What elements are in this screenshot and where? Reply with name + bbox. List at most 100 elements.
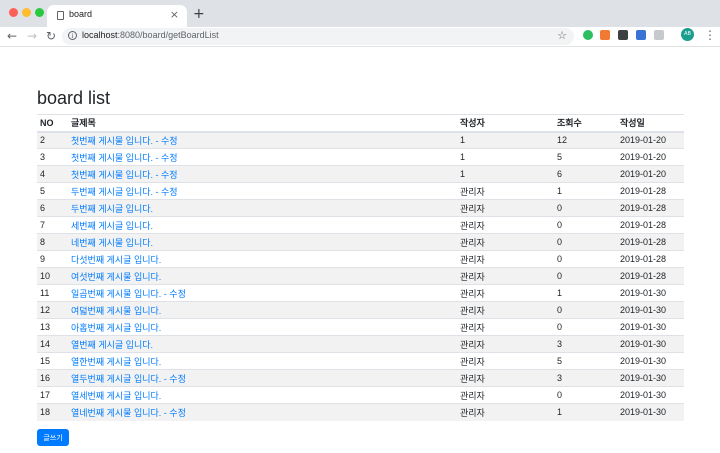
- row-title-link[interactable]: 첫번째 게시물 입니다. - 수정: [71, 136, 178, 146]
- row-writer: 관리자: [460, 186, 485, 197]
- table-cell: 아홉번째 게시글 입니다.: [68, 318, 457, 336]
- table-cell: 6: [554, 165, 617, 183]
- table-cell: 다섯번째 게시글 입니다.: [68, 250, 457, 268]
- row-views: 5: [557, 356, 563, 366]
- row-views: 0: [557, 237, 563, 247]
- row-title-link[interactable]: 두번째 게시글 입니다.: [71, 204, 153, 214]
- address-bar[interactable]: i localhost:8080/board/getBoardList ☆: [62, 28, 574, 45]
- row-date: 2019-01-30: [620, 390, 667, 400]
- maximize-window-icon[interactable]: [35, 8, 44, 17]
- extension-icon[interactable]: [618, 30, 628, 40]
- row-title-link[interactable]: 열두번째 게시글 입니다. - 수정: [71, 374, 186, 384]
- row-date: 2019-01-28: [620, 237, 667, 247]
- row-title-link[interactable]: 네번째 게시물 입니다.: [71, 238, 153, 248]
- row-views: 12: [557, 135, 568, 146]
- extension-icon[interactable]: [636, 30, 646, 40]
- board-table: NO 글제목 작성자 조회수 작성일 2 첫번째 게시물 입니다. - 수정 1 12…: [37, 114, 684, 421]
- table-cell: 0: [554, 216, 617, 234]
- minimize-window-icon[interactable]: [22, 8, 31, 17]
- row-title-link[interactable]: 여덟번째 게시물 입니다.: [71, 306, 161, 316]
- write-post-button[interactable]: 글쓰기: [37, 429, 69, 446]
- url-text[interactable]: localhost:8080/board/getBoardList: [82, 30, 219, 40]
- tab-close-icon[interactable]: ×: [170, 8, 179, 22]
- row-title-link[interactable]: 세번째 게시글 입니다.: [71, 221, 153, 231]
- row-writer: 관리자: [460, 322, 485, 333]
- table-cell: 2019-01-30: [617, 318, 684, 336]
- table-cell: 0: [554, 267, 617, 285]
- table-cell: 18: [37, 403, 68, 421]
- row-date: 2019-01-28: [620, 271, 667, 281]
- row-no: 14: [40, 339, 51, 349]
- table-cell: 열네번째 게시물 입니다. - 수정: [68, 403, 457, 421]
- row-writer: 관리자: [460, 203, 485, 214]
- header-writer: 작성자: [457, 114, 554, 133]
- table-row: 7 세번째 게시글 입니다. 관리자 0 2019-01-28: [37, 216, 684, 234]
- evernote-extension-icon[interactable]: [583, 30, 593, 40]
- row-date: 2019-01-28: [620, 203, 667, 213]
- new-tab-icon[interactable]: +: [193, 6, 205, 22]
- row-views: 1: [557, 186, 563, 196]
- row-date: 2019-01-30: [620, 339, 667, 349]
- browser-menu-icon[interactable]: ⋮: [704, 28, 716, 42]
- table-cell: 5: [37, 182, 68, 200]
- table-cell: 2019-01-30: [617, 403, 684, 421]
- table-cell: 11: [37, 284, 68, 302]
- row-date: 2019-01-28: [620, 254, 667, 264]
- table-cell: 관리자: [457, 403, 554, 421]
- forward-arrow-icon[interactable]: →: [27, 28, 37, 44]
- row-title-link[interactable]: 첫번째 게시물 입니다. - 수정: [71, 153, 178, 163]
- table-cell: 8: [37, 233, 68, 251]
- row-date: 2019-01-30: [620, 356, 667, 366]
- table-cell: 1: [457, 131, 554, 149]
- table-cell: 열두번째 게시글 입니다. - 수정: [68, 369, 457, 387]
- url-host: localhost: [82, 30, 118, 40]
- row-writer: 관리자: [460, 407, 485, 418]
- extension-icon[interactable]: [600, 30, 610, 40]
- table-cell: 관리자: [457, 267, 554, 285]
- browser-titlebar: board × +: [0, 0, 720, 27]
- close-window-icon[interactable]: [9, 8, 18, 17]
- profile-avatar[interactable]: AB: [681, 28, 694, 41]
- row-title-link[interactable]: 열세번째 게시글 입니다.: [71, 391, 161, 401]
- row-date: 2019-01-20: [620, 152, 667, 162]
- row-title-link[interactable]: 첫번째 게시물 입니다. - 수정: [71, 170, 178, 180]
- row-title-link[interactable]: 다섯번째 게시글 입니다.: [71, 255, 161, 265]
- table-cell: 7: [37, 216, 68, 234]
- row-no: 6: [40, 203, 46, 213]
- row-title-link[interactable]: 열한번째 게시글 입니다.: [71, 357, 161, 367]
- table-cell: 두번째 게시글 입니다.: [68, 199, 457, 217]
- back-arrow-icon[interactable]: ←: [7, 28, 17, 44]
- row-views: 1: [557, 288, 563, 298]
- site-info-icon[interactable]: i: [68, 31, 77, 40]
- table-cell: 관리자: [457, 250, 554, 268]
- row-writer: 관리자: [460, 271, 485, 282]
- row-title-link[interactable]: 일곱번째 게시물 입니다. - 수정: [71, 289, 186, 299]
- drive-extension-icon[interactable]: [654, 30, 664, 40]
- table-header-row: NO 글제목 작성자 조회수 작성일: [37, 114, 684, 133]
- table-cell: 네번째 게시물 입니다.: [68, 233, 457, 251]
- table-cell: 관리자: [457, 284, 554, 302]
- bookmark-star-icon[interactable]: ☆: [557, 29, 567, 43]
- header-date: 작성일: [617, 114, 684, 133]
- row-no: 18: [40, 407, 51, 418]
- reload-icon[interactable]: ↻: [46, 28, 56, 44]
- row-title-link[interactable]: 열네번째 게시물 입니다. - 수정: [71, 408, 186, 418]
- table-row: 5 두번째 게시글 입니다. - 수정 관리자 1 2019-01-28: [37, 182, 684, 200]
- browser-tab[interactable]: board ×: [47, 5, 187, 27]
- row-no: 5: [40, 186, 46, 196]
- row-writer: 관리자: [460, 356, 485, 367]
- table-cell: 2019-01-30: [617, 369, 684, 387]
- row-title-link[interactable]: 열번째 게시글 입니다.: [71, 340, 153, 350]
- table-cell: 1: [554, 403, 617, 421]
- row-title-link[interactable]: 여섯번째 게시물 입니다.: [71, 272, 161, 282]
- row-views: 0: [557, 305, 563, 315]
- row-title-link[interactable]: 두번째 게시글 입니다. - 수정: [71, 187, 178, 197]
- row-no: 4: [40, 169, 46, 179]
- row-writer: 1: [460, 152, 466, 162]
- row-title-link[interactable]: 아홉번째 게시글 입니다.: [71, 323, 161, 333]
- row-no: 17: [40, 390, 51, 400]
- table-cell: 2019-01-20: [617, 131, 684, 149]
- table-cell: 14: [37, 335, 68, 353]
- page-icon: [57, 11, 64, 20]
- table-cell: 2019-01-28: [617, 182, 684, 200]
